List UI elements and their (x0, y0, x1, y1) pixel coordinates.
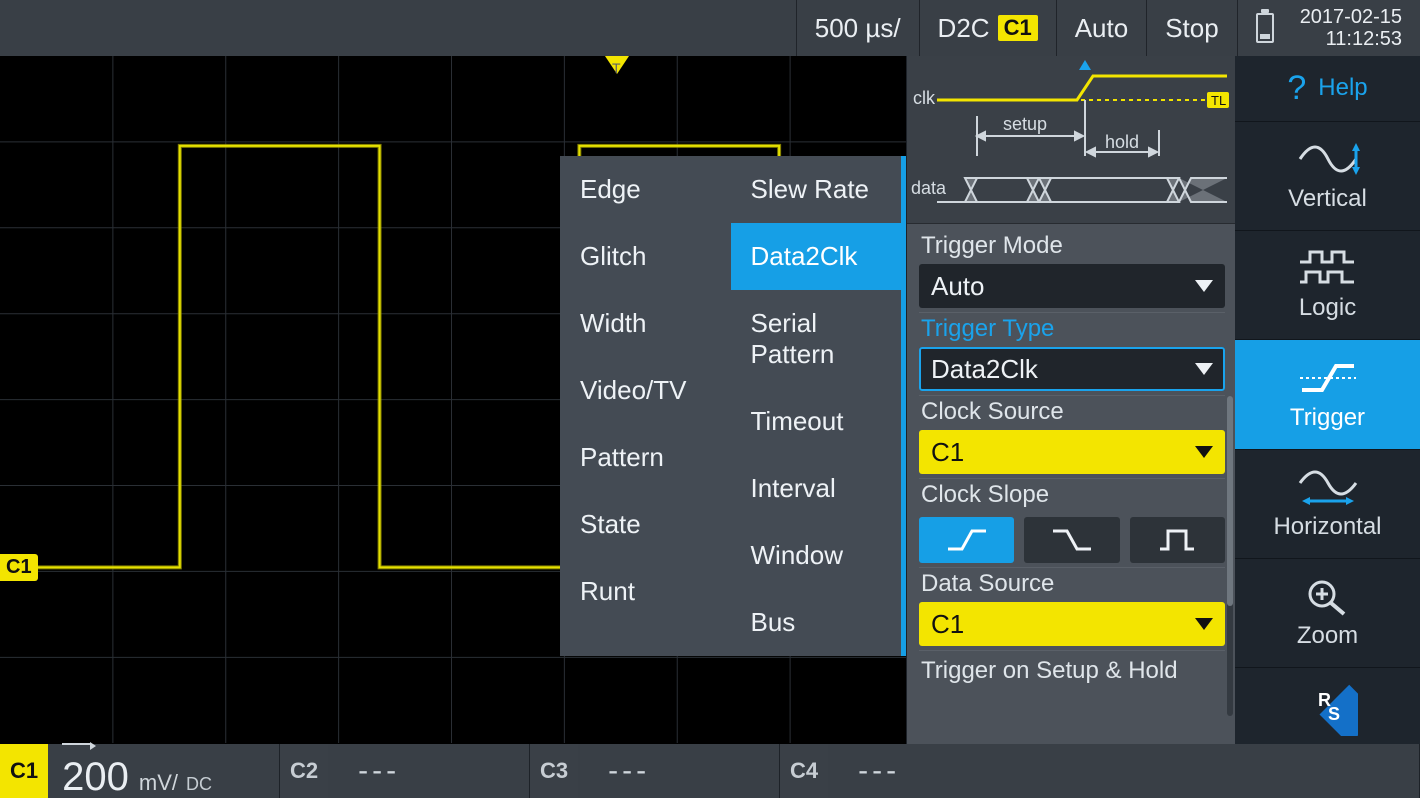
battery-icon (1256, 13, 1274, 43)
run-stop-button[interactable]: Stop (1146, 0, 1237, 56)
data-source-label: Data Source (919, 567, 1225, 602)
nav-help[interactable]: ? Help (1235, 56, 1420, 122)
channel-c4[interactable]: C4--- (780, 744, 1420, 798)
trigger-type-label: Trigger Type (919, 312, 1225, 347)
chevron-down-icon (1195, 280, 1213, 292)
timebase-readout[interactable]: 500 µs/ (796, 0, 919, 56)
clock-slope-either[interactable] (1130, 517, 1225, 563)
waveform-display[interactable]: T C1 TL Edge Glitch Width Video/TV Patte… (0, 56, 907, 744)
logic-icon (1296, 248, 1360, 288)
side-nav: ? Help Vertical Logic Trigger Horizontal (1235, 56, 1420, 744)
probe-icon (62, 743, 90, 753)
svg-text:S: S (1328, 704, 1340, 724)
top-status-bar: 500 µs/ D2C C1 Auto Stop 2017-02-15 11:1… (0, 0, 1420, 56)
trigger-type-option-bus[interactable]: Bus (731, 589, 902, 656)
horizontal-icon (1296, 467, 1360, 507)
channel-bar: C1 200 mV/ DC C2--- C3--- C4--- (0, 744, 1420, 798)
clock-source-label: Clock Source (919, 395, 1225, 430)
trigger-type-option-width[interactable]: Width (560, 290, 731, 357)
trigger-config-panel: TL clk data setup hold (907, 56, 1235, 744)
trigger-type-option-pattern[interactable]: Pattern (560, 424, 731, 491)
trigger-type-select[interactable]: Data2Clk (919, 347, 1225, 391)
clock-slope-label: Clock Slope (919, 478, 1225, 513)
clock-slope-falling[interactable] (1024, 517, 1119, 563)
chevron-down-icon (1195, 618, 1213, 630)
brand-logo: R S (1235, 668, 1420, 744)
zoom-icon (1296, 576, 1360, 616)
setup-hold-diagram: TL clk data setup hold (907, 56, 1235, 224)
data-source-select[interactable]: C1 (919, 602, 1225, 646)
setup-hold-label: Trigger on Setup & Hold (919, 650, 1225, 689)
nav-horizontal[interactable]: Horizontal (1235, 450, 1420, 559)
trigger-type-option-interval[interactable]: Interval (731, 455, 902, 522)
clock-source-select[interactable]: C1 (919, 430, 1225, 474)
datetime-readout: 2017-02-15 11:12:53 (1300, 6, 1402, 50)
trigger-type-option-videotv[interactable]: Video/TV (560, 357, 731, 424)
help-icon: ? (1287, 69, 1306, 108)
battery-status (1237, 0, 1296, 56)
trigger-type-option-edge[interactable]: Edge (560, 156, 731, 223)
trigger-type-option-state[interactable]: State (560, 491, 731, 558)
channel-ground-marker-c1[interactable]: C1 (0, 554, 38, 581)
trigger-mode-select[interactable]: Auto (919, 264, 1225, 308)
acquisition-mode[interactable]: Auto (1056, 0, 1147, 56)
trigger-type-option-runt[interactable]: Runt (560, 558, 731, 625)
vertical-icon (1296, 139, 1360, 179)
svg-text:TL: TL (1211, 93, 1226, 108)
clock-slope-rising[interactable] (919, 517, 1014, 563)
trigger-type-option-glitch[interactable]: Glitch (560, 223, 731, 290)
trigger-type-option-window[interactable]: Window (731, 522, 902, 589)
trigger-type-option-data2clk[interactable]: Data2Clk (731, 223, 902, 290)
channel-c2[interactable]: C2--- (280, 744, 530, 798)
nav-zoom[interactable]: Zoom (1235, 559, 1420, 668)
chevron-down-icon (1195, 446, 1213, 458)
trigger-type-popup: Edge Glitch Width Video/TV Pattern State… (560, 156, 907, 656)
trigger-type-option-timeout[interactable]: Timeout (731, 388, 902, 455)
trigger-position-label: T (612, 60, 621, 76)
channel-c1[interactable]: C1 200 mV/ DC (0, 744, 280, 798)
trigger-type-option-serialpattern[interactable]: Serial Pattern (731, 290, 902, 388)
nav-trigger[interactable]: Trigger (1235, 340, 1420, 449)
trigger-channel-badge: C1 (998, 15, 1038, 41)
config-scrollbar[interactable] (1227, 396, 1233, 716)
trigger-summary[interactable]: D2C C1 (919, 0, 1056, 56)
nav-vertical[interactable]: Vertical (1235, 122, 1420, 231)
trigger-mode-label: Trigger Mode (919, 230, 1225, 264)
channel-c3[interactable]: C3--- (530, 744, 780, 798)
chevron-down-icon (1195, 363, 1213, 375)
nav-logic[interactable]: Logic (1235, 231, 1420, 340)
rs-logo-icon: R S (1298, 676, 1358, 736)
trigger-type-option-slewrate[interactable]: Slew Rate (731, 156, 902, 223)
trigger-icon (1296, 358, 1360, 398)
